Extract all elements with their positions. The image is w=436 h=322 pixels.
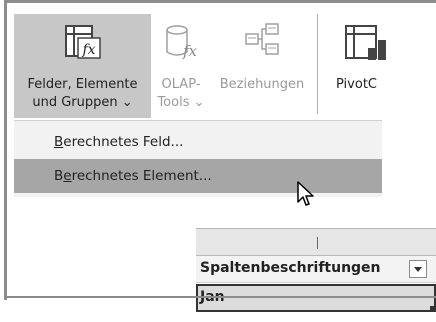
menu-item-label-prefix: B xyxy=(54,168,64,184)
column-labels-cell: Spaltenbeschriftungen xyxy=(200,260,381,276)
column-divider xyxy=(317,237,318,249)
pivot-table-area: Spaltenbeschriftungen Jan xyxy=(196,228,436,312)
cylinder-fx-icon: fx xyxy=(166,25,198,60)
relationships-icon xyxy=(245,23,279,55)
pivotchart-label: PivotC xyxy=(336,77,377,92)
chevron-down-icon: ⌄ xyxy=(121,95,133,110)
svg-text:fx: fx xyxy=(81,42,95,58)
column-labels-row[interactable]: Spaltenbeschriftungen xyxy=(196,256,436,283)
menu-item-calculated-item[interactable]: Berechnetes Element... xyxy=(14,159,382,193)
pivotchart-icon xyxy=(345,25,386,60)
window-border-left xyxy=(4,0,7,300)
excel-window: fx Felder, Elemente und Gruppen ⌄ fx OLA… xyxy=(0,0,436,322)
window-border-top xyxy=(4,0,436,3)
relationships-label: Beziehungen xyxy=(219,77,305,92)
pivotchart-button[interactable]: PivotC xyxy=(330,14,390,118)
window-border-bottom xyxy=(4,296,436,298)
relationships-button[interactable]: Beziehungen xyxy=(214,14,310,118)
fill-handle[interactable] xyxy=(430,306,436,312)
filter-dropdown-button[interactable] xyxy=(409,260,427,278)
dropdown-arrow-icon xyxy=(414,267,422,272)
menu-item-label: rechnetes Element... xyxy=(71,168,212,184)
calculations-dropdown-menu: Berechnetes Feld... Berechnetes Element.… xyxy=(14,120,382,197)
cell-selection-border xyxy=(196,284,436,312)
svg-text:fx: fx xyxy=(182,42,198,60)
olap-tools-label-line2: Tools ⌄ xyxy=(157,95,205,110)
olap-tools-button[interactable]: fx OLAP- Tools ⌄ xyxy=(152,14,210,118)
fields-items-sets-button[interactable]: fx Felder, Elemente und Gruppen ⌄ xyxy=(14,14,151,118)
ribbon-separator xyxy=(317,14,318,114)
accelerator-key: e xyxy=(63,168,72,184)
fx-table-icon: fx xyxy=(65,25,101,59)
menu-item-label: erechnetes Feld... xyxy=(63,134,184,150)
column-header[interactable] xyxy=(196,228,436,256)
chevron-down-icon: ⌄ xyxy=(193,95,205,110)
olap-tools-label-line1: OLAP- xyxy=(161,77,201,92)
mouse-pointer-icon xyxy=(297,181,314,206)
menu-item-calculated-field[interactable]: Berechnetes Feld... xyxy=(14,125,382,159)
fields-items-sets-label-line2: und Gruppen ⌄ xyxy=(32,95,133,110)
accelerator-key: B xyxy=(54,134,64,150)
fields-items-sets-label-line1: Felder, Elemente xyxy=(27,77,138,92)
